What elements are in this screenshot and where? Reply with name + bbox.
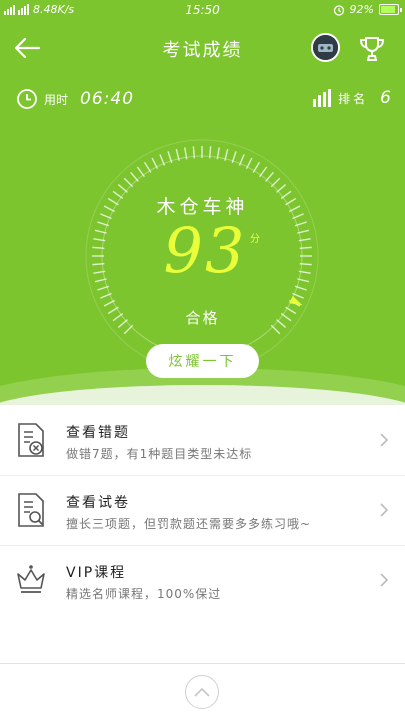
gauge-tick [92,246,105,250]
list-item-wrong-answers[interactable]: 查看错题 做错7题，有1种题目类型未达标 [0,405,405,475]
battery-level [381,6,395,13]
score-value: 93 [163,214,247,287]
chevron-right-icon [380,503,389,517]
item-subtitle: 精选名师课程，100%保过 [66,587,222,601]
time-used: 用时 06:40 [16,88,134,110]
item-title: VIP课程 [66,565,127,581]
gauge-tick [252,161,261,173]
trophy-icon [359,37,385,61]
item-title: 查看错题 [66,425,130,441]
time-value: 06:40 [80,89,135,109]
gauge-tick [208,146,212,159]
time-label: 用时 [44,92,69,107]
gauge-tick [103,299,115,307]
show-off-button[interactable]: 炫耀一下 [146,344,259,378]
avatar-image [313,35,338,60]
info-row: 用时 06:40 排名 6 [0,88,405,116]
trophy-button[interactable] [356,33,388,65]
gauge-tick [270,177,281,188]
status-bar: 8.48K/s 15:50 92% [0,0,405,20]
bar-chart-icon [313,89,332,107]
pass-status: 合格 [185,309,220,327]
ranking: 排名 6 [312,88,391,108]
gauge-tick [245,157,253,169]
chevron-up-icon [194,687,210,697]
back-button[interactable] [12,34,42,62]
list-item-vip-course[interactable]: VIP课程 精选名师课程，100%保过 [0,545,405,615]
gauge-tick [299,262,312,266]
gauge-tick [123,177,134,188]
list-item-exam-paper[interactable]: 查看试卷 擅长三项题，但罚款题还需要多多练习哦~ [0,475,405,545]
gauge-tick [136,166,145,178]
page-title: 考试成绩 [162,40,243,61]
item-title: 查看试卷 [66,495,130,511]
alarm-icon [333,4,344,16]
rank-label: 排名 [338,91,369,106]
item-subtitle: 擅长三项题，但罚款题还需要多多练习哦~ [66,517,312,531]
scroll-up-button[interactable] [185,675,219,709]
battery-percent: 92% [349,3,374,16]
action-list: 查看错题 做错7题，有1种题目类型未达标 查看试卷 擅长三项题，但罚款题还需要多… [0,405,405,615]
battery-icon [379,4,402,15]
item-subtitle: 做错7题，有1种题目类型未达标 [66,447,253,461]
bottom-divider [0,663,405,664]
clock-icon [17,89,37,109]
chevron-right-icon [380,573,389,587]
gauge-tick [259,166,268,178]
wrong-answers-icon [18,423,44,457]
gauge-tick [143,161,152,173]
gauge-tick [265,171,274,182]
gauge-tick [92,262,105,266]
gauge-tick [192,146,196,159]
rank-value: 6 [380,88,391,108]
header-bar: 考试成绩 [0,26,405,70]
arrow-left-icon [14,37,41,59]
crown-icon [17,565,45,593]
gauge-tick [299,246,312,250]
gauge-tick [151,157,159,169]
score-unit: 分 [250,234,260,245]
gauge-tick [130,171,139,182]
exam-paper-icon [18,493,44,527]
chevron-right-icon [380,433,389,447]
avatar[interactable] [311,33,340,62]
